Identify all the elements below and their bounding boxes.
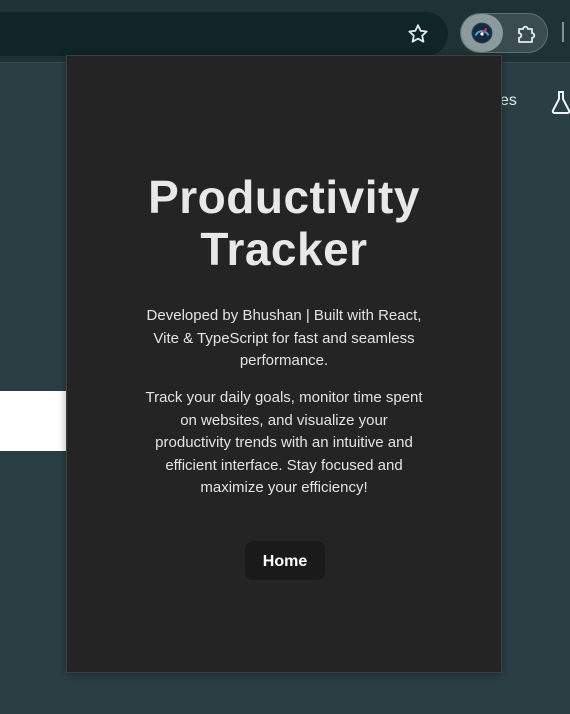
speedometer-icon[interactable] [471,22,493,44]
home-button[interactable]: Home [245,541,325,580]
subtitle: Developed by Bhushan | Built with React,… [146,307,422,369]
puzzle-icon[interactable] [514,22,538,46]
title-line-1: Productivity [148,171,420,223]
address-bar[interactable] [0,12,448,56]
flask-icon[interactable] [550,90,570,114]
extension-popup: Productivity Tracker Developed by Bhusha… [66,55,502,673]
description: Track your daily goals, monitor time spe… [145,389,423,496]
page-input-area[interactable] [0,391,68,451]
browser-toolbar [0,0,570,62]
toolbar-separator [562,22,564,42]
browser-window: es Productivity Tracker Developed by Bhu… [0,0,570,714]
page-title: Productivity Tracker [67,171,501,275]
title-line-2: Tracker [200,223,368,275]
star-icon[interactable] [406,22,430,46]
page-partial-text: es [500,92,517,109]
